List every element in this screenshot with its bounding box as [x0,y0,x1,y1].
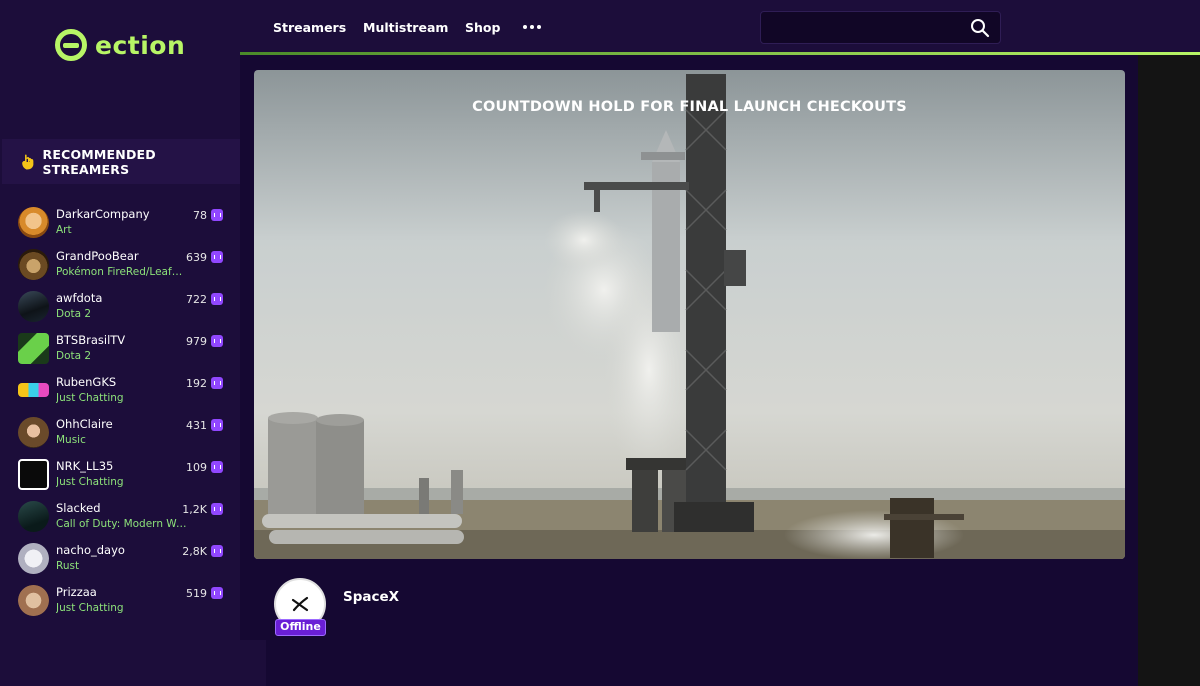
avatar [18,459,49,490]
streamer-game: Dota 2 [56,350,92,362]
nav-multistream[interactable]: Multistream [363,20,448,35]
streamer-list: DarkarCompany Art 78 GrandPooBear Pokémo… [0,204,240,624]
streamer-game: Art [56,224,72,236]
status-badge: Offline [275,619,326,636]
search-input[interactable] [761,12,961,43]
side-panel [1138,55,1200,686]
recommended-streamers-header: RECOMMENDED STREAMERS [2,139,240,184]
avatar [18,417,49,448]
streamer-item[interactable]: RubenGKS Just Chatting 192 [0,372,240,414]
viewer-count: 2,8K [182,545,207,558]
streamer-game: Rust [56,560,80,572]
streamer-name: NRK_LL35 [56,459,114,473]
streamer-item[interactable]: Slacked Call of Duty: Modern Warfare 1,2… [0,498,240,540]
streamer-item[interactable]: DarkarCompany Art 78 [0,204,240,246]
viewer-count: 979 [186,335,207,348]
viewer-count: 192 [186,377,207,390]
viewer-count: 78 [193,209,207,222]
viewer-count: 431 [186,419,207,432]
avatar [18,585,49,616]
streamer-name: DarkarCompany [56,207,150,221]
streamer-item[interactable]: GrandPooBear Pokémon FireRed/LeafGreen 6… [0,246,240,288]
logo-mark-icon [55,29,87,61]
hand-icon [22,153,34,170]
streamer-game: Just Chatting [56,602,124,614]
twitch-icon [211,335,223,347]
streamer-name: BTSBrasilTV [56,333,126,347]
section-title: RECOMMENDED STREAMERS [42,146,156,177]
video-player[interactable]: COUNTDOWN HOLD FOR FINAL LAUNCH CHECKOUT… [254,70,1125,559]
more-dots-icon[interactable] [523,25,541,29]
avatar [18,383,49,397]
streamer-item[interactable]: Prizzaa Just Chatting 519 [0,582,240,624]
avatar [18,543,49,574]
streamer-name: OhhClaire [56,417,113,431]
streamer-name: RubenGKS [56,375,117,389]
streamer-name: nacho_dayo [56,543,125,557]
streamer-item[interactable]: BTSBrasilTV Dota 2 979 [0,330,240,372]
twitch-icon [211,377,223,389]
twitch-icon [211,461,223,473]
viewer-count: 519 [186,587,207,600]
avatar [18,207,49,238]
viewer-count: 109 [186,461,207,474]
avatar [18,501,49,532]
logo-text: ection [95,30,186,60]
streamer-item[interactable]: nacho_dayo Rust 2,8K [0,540,240,582]
sidebar: ection RECOMMENDED STREAMERS DarkarCompa… [0,0,240,686]
streamer-item[interactable]: OhhClaire Music 431 [0,414,240,456]
streamer-game: Dota 2 [56,308,92,320]
channel-name[interactable]: SpaceX [343,589,399,605]
twitch-icon [211,209,223,221]
streamer-game: Music [56,434,86,446]
search-icon[interactable] [970,18,990,38]
streamer-game: Call of Duty: Modern Warfare [56,518,188,530]
avatar [18,249,49,280]
video-frame [254,70,1125,559]
twitch-icon [211,251,223,263]
avatar [18,333,49,364]
nav-shop[interactable]: Shop [465,20,500,35]
nav-streamers[interactable]: Streamers [273,20,346,35]
twitch-icon [211,503,223,515]
video-title: COUNTDOWN HOLD FOR FINAL LAUNCH CHECKOUT… [472,99,907,115]
viewer-count: 1,2K [182,503,207,516]
search-box [760,11,1001,44]
logo[interactable]: ection [55,28,185,62]
twitch-icon [211,293,223,305]
avatar [18,291,49,322]
streamer-name: GrandPooBear [56,249,139,263]
twitch-icon [211,545,223,557]
streamer-game: Just Chatting [56,476,124,488]
streamer-item[interactable]: awfdota Dota 2 722 [0,288,240,330]
streamer-item[interactable]: NRK_LL35 Just Chatting 109 [0,456,240,498]
streamer-name: Prizzaa [56,585,97,599]
viewer-count: 639 [186,251,207,264]
streamer-game: Pokémon FireRed/LeafGreen [56,266,188,278]
twitch-icon [211,587,223,599]
viewer-count: 722 [186,293,207,306]
streamer-game: Just Chatting [56,392,124,404]
streamer-name: awfdota [56,291,103,305]
streamer-name: Slacked [56,501,101,515]
twitch-icon [211,419,223,431]
footer-panel [240,640,266,686]
